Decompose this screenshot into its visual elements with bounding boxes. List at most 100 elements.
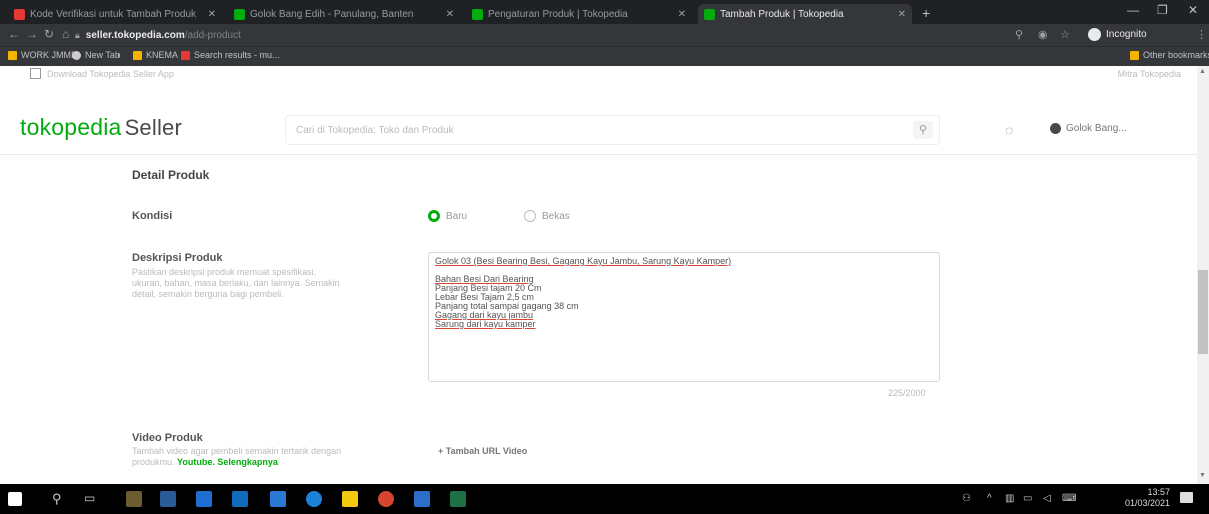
tokopedia-favicon-icon — [14, 8, 25, 20]
search-icon[interactable]: ⚲ — [52, 491, 62, 507]
folder-icon — [1130, 50, 1139, 60]
eye-off-icon[interactable]: ◉ — [1038, 28, 1048, 41]
browser-tab-active[interactable]: Tambah Produk | Tokopedia ✕ — [698, 4, 912, 24]
chrome-icon[interactable] — [378, 491, 394, 507]
avatar — [1050, 123, 1061, 134]
download-app-notice[interactable]: Download Tokopedia Seller App — [30, 68, 174, 79]
close-tab-icon[interactable]: ✕ — [898, 9, 906, 20]
tokopedia-favicon-icon — [181, 50, 190, 60]
network-icon[interactable]: ▥ — [1005, 493, 1014, 504]
browser-tab[interactable]: Pengaturan Produk | Tokopedia ✕ — [466, 4, 692, 24]
bookmark-item[interactable]: Search results - mu... — [181, 50, 280, 60]
scrollbar-thumb[interactable] — [1198, 270, 1208, 354]
reload-icon[interactable]: ↻ — [44, 27, 54, 41]
bookmark-star-icon[interactable]: ☆ — [1060, 28, 1070, 41]
chrome-icon — [72, 50, 81, 60]
incognito-badge[interactable]: Incognito — [1088, 28, 1147, 41]
maximize-icon[interactable]: ❐ — [1157, 3, 1168, 17]
tab-title: Golok Bang Edih - Panulang, Banten — [250, 8, 414, 20]
search-icon[interactable]: ⚲ — [913, 121, 933, 139]
close-window-icon[interactable]: ✕ — [1188, 3, 1198, 17]
bookmark-item[interactable]: New Tab — [72, 50, 120, 60]
other-bookmarks[interactable]: Other bookmarks — [1130, 50, 1209, 60]
tab-title: Tambah Produk | Tokopedia — [720, 8, 844, 20]
close-tab-icon[interactable]: ✕ — [678, 9, 686, 20]
mitra-link[interactable]: Mitra Tokopedia — [1118, 69, 1181, 79]
user-menu[interactable]: Golok Bang... — [1050, 123, 1127, 134]
bookmark-item[interactable]: WORK JMMB — [8, 50, 77, 60]
page-scrollbar[interactable]: ▲ ▼ — [1197, 66, 1209, 484]
description-line: Golok 03 (Besi Bearing Besi, Gagang Kayu… — [435, 256, 732, 266]
forward-icon[interactable]: → — [26, 27, 38, 41]
bookmark-label: KNEMA — [146, 50, 179, 60]
edge-icon[interactable] — [306, 491, 322, 507]
tokopedia-seller-logo[interactable]: tokopedia Seller — [20, 114, 182, 141]
bookmark-label: Other bookmarks — [1143, 50, 1209, 60]
folder-icon — [133, 50, 142, 60]
browser-tab[interactable]: Golok Bang Edih - Panulang, Banten ✕ — [228, 4, 460, 24]
taskbar-clock[interactable]: 13:57 01/03/2021 — [1125, 487, 1170, 509]
tokopedia-favicon-icon — [472, 8, 483, 20]
radio-checked-icon — [428, 210, 440, 222]
zoom-icon[interactable]: ⚲ — [1015, 28, 1023, 41]
radio-unchecked-icon — [524, 210, 536, 222]
deskripsi-textarea[interactable]: Golok 03 (Besi Bearing Besi, Gagang Kayu… — [428, 252, 940, 382]
browser-tab-bar: Kode Verifikasi untuk Tambah Produk ✕ Go… — [0, 0, 1209, 24]
battery-icon[interactable]: ▭ — [1023, 493, 1032, 504]
url-host: seller.tokopedia.com — [85, 29, 185, 41]
close-tab-icon[interactable]: ✕ — [446, 9, 454, 20]
globe-icon[interactable]: ◐ — [117, 50, 122, 60]
sticky-notes-icon[interactable] — [342, 491, 358, 507]
close-tab-icon[interactable]: ✕ — [208, 9, 216, 20]
store-icon[interactable] — [196, 491, 212, 507]
bell-icon[interactable]: ◌ — [1005, 122, 1013, 138]
tab-title: Kode Verifikasi untuk Tambah Produk — [30, 8, 197, 20]
kondisi-label: Kondisi — [132, 210, 173, 222]
description-line: Sarung dari kayu kamper — [435, 319, 536, 329]
excel-icon[interactable] — [450, 491, 466, 507]
people-icon[interactable]: ⚇ — [962, 493, 971, 504]
task-view-icon[interactable]: ▭ — [84, 491, 95, 505]
lock-icon: 🔒︎ — [75, 29, 80, 40]
logo-brand: tokopedia — [20, 114, 122, 140]
bookmark-item[interactable]: KNEMA — [133, 50, 178, 60]
deskripsi-label: Deskripsi Produk — [132, 252, 223, 264]
menu-dots-icon[interactable]: ⋮ — [1196, 28, 1207, 41]
bookmark-label: Search results - mu... — [194, 50, 280, 60]
search-placeholder: Cari di Tokopedia: Toko dan Produk — [296, 124, 454, 136]
search-input[interactable]: Cari di Tokopedia: Toko dan Produk ⚲ — [285, 115, 940, 145]
kondisi-radio-bekas[interactable]: Bekas — [524, 210, 570, 222]
tab-title: Pengaturan Produk | Tokopedia — [488, 8, 628, 20]
new-tab-button[interactable]: + — [922, 5, 930, 21]
word-icon[interactable] — [414, 491, 430, 507]
radio-label: Baru — [446, 210, 468, 222]
radio-label: Bekas — [542, 210, 570, 222]
logo-suffix: Seller — [124, 115, 183, 140]
back-icon[interactable]: ← — [8, 27, 20, 41]
camera-app-icon[interactable] — [232, 491, 248, 507]
kondisi-radio-baru[interactable]: Baru — [428, 210, 467, 222]
char-counter: 225/2000 — [888, 388, 926, 398]
file-explorer-icon[interactable] — [126, 491, 142, 507]
deskripsi-help: Pastikan deskripsi produk memuat spesifi… — [132, 267, 340, 299]
home-icon[interactable]: ⌂ — [62, 27, 69, 41]
mail-icon[interactable] — [270, 491, 286, 507]
scroll-down-icon[interactable]: ▼ — [1199, 472, 1206, 479]
volume-icon[interactable]: ◁ — [1043, 493, 1051, 504]
clock-date: 01/03/2021 — [1125, 498, 1171, 508]
address-bar[interactable]: 🔒︎ seller.tokopedia.com /add-product — [75, 27, 880, 43]
video-help-link[interactable]: Youtube. Selengkapnya — [177, 457, 278, 467]
add-video-url-button[interactable]: + Tambah URL Video — [438, 446, 527, 456]
chevron-up-icon[interactable]: ^ — [987, 493, 992, 504]
notification-icon[interactable] — [1180, 492, 1193, 503]
dropbox-icon[interactable] — [160, 491, 176, 507]
scroll-up-icon[interactable]: ▲ — [1199, 68, 1206, 75]
windows-start-icon[interactable] — [8, 492, 22, 506]
download-app-text: Download Tokopedia Seller App — [47, 68, 174, 79]
minimize-icon[interactable]: — — [1127, 3, 1139, 17]
language-icon[interactable]: ⌨ — [1062, 493, 1076, 504]
detail-produk-card: Detail Produk Kondisi Baru Bekas Deskrip… — [108, 146, 1108, 484]
bookmarks-bar: WORK JMMB New Tab ◐ KNEMA Search results… — [0, 46, 1209, 66]
browser-tab[interactable]: Kode Verifikasi untuk Tambah Produk ✕ — [8, 4, 222, 24]
incognito-icon — [1088, 28, 1101, 41]
